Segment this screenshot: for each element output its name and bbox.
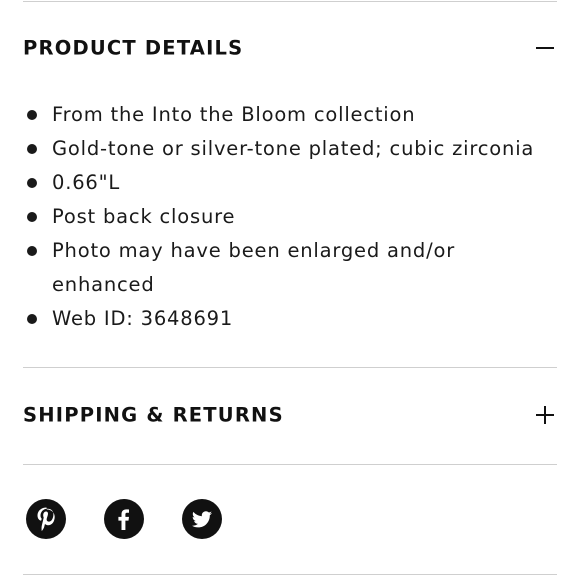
bullet-icon <box>27 314 37 324</box>
list-item-text: Post back closure <box>52 205 236 228</box>
social-share-row <box>26 499 222 539</box>
list-item: 0.66"L <box>27 166 567 200</box>
bottom-divider <box>23 574 557 575</box>
list-item: Post back closure <box>27 200 567 234</box>
product-details-title: PRODUCT DETAILS <box>23 36 244 60</box>
list-item-text: Gold-tone or silver-tone plated; cubic z… <box>52 137 535 160</box>
list-item: Gold-tone or silver-tone plated; cubic z… <box>27 132 567 166</box>
twitter-icon[interactable] <box>182 499 222 539</box>
bullet-icon <box>27 178 37 188</box>
bullet-icon <box>27 212 37 222</box>
list-item: Web ID: 3648691 <box>27 302 567 336</box>
list-item: Photo may have been enlarged and/or enha… <box>27 234 492 302</box>
section-divider <box>23 367 557 368</box>
product-details-header[interactable]: PRODUCT DETAILS <box>23 28 557 68</box>
plus-icon[interactable] <box>533 403 557 427</box>
shipping-returns-title: SHIPPING & RETURNS <box>23 403 284 427</box>
list-item-text: Photo may have been enlarged and/or enha… <box>52 239 456 296</box>
list-item-text: Web ID: 3648691 <box>52 307 234 330</box>
product-details-list: From the Into the Bloom collection Gold-… <box>27 98 567 336</box>
list-item-text: 0.66"L <box>52 171 121 194</box>
section-divider <box>23 464 557 465</box>
list-item: From the Into the Bloom collection <box>27 98 567 132</box>
bullet-icon <box>27 246 37 256</box>
facebook-icon[interactable] <box>104 499 144 539</box>
minus-icon[interactable] <box>533 36 557 60</box>
shipping-returns-header[interactable]: SHIPPING & RETURNS <box>23 395 557 435</box>
bullet-icon <box>27 110 37 120</box>
list-item-text: From the Into the Bloom collection <box>52 103 416 126</box>
top-divider <box>23 1 557 2</box>
bullet-icon <box>27 144 37 154</box>
pinterest-icon[interactable] <box>26 499 66 539</box>
